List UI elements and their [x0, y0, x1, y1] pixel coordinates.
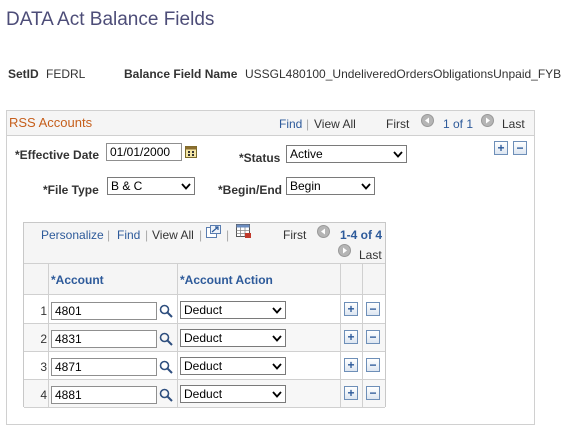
delete-row-button[interactable]: −	[366, 330, 380, 344]
account-action-select[interactable]: Deduct	[180, 385, 286, 403]
page-title: DATA Act Balance Fields	[6, 9, 215, 30]
rss-separator: |	[306, 117, 310, 131]
grid-personalize-link[interactable]: Personalize	[41, 228, 104, 242]
col-header-account-action[interactable]: *Account Action	[180, 273, 273, 287]
last-arrow-icon[interactable]	[481, 114, 494, 127]
last-arrow-icon[interactable]	[338, 244, 351, 257]
add-row-button[interactable]: +	[344, 330, 358, 344]
column-divider	[177, 263, 178, 407]
account-input[interactable]	[51, 358, 157, 376]
account-action-select[interactable]: Deduct	[180, 357, 286, 375]
grid-separator: |	[107, 228, 111, 242]
account-action-select[interactable]: Deduct	[180, 329, 286, 347]
setid-label: SetID	[8, 67, 39, 81]
account-input[interactable]	[51, 330, 157, 348]
row-number: 1	[40, 304, 47, 318]
chevron-down-icon	[272, 335, 282, 342]
status-select[interactable]: Active	[286, 145, 407, 163]
grid-count: 1-4 of 4	[340, 228, 383, 242]
first-arrow-icon[interactable]	[317, 225, 330, 238]
add-row-button[interactable]: +	[344, 302, 358, 316]
grid-separator: |	[199, 228, 203, 242]
grid-find-link[interactable]: Find	[117, 228, 140, 242]
calendar-icon[interactable]	[185, 145, 197, 158]
zoom-icon[interactable]	[206, 225, 221, 238]
column-divider	[340, 263, 341, 407]
balance-field-value: USSGL480100_UndeliveredOrdersObligations…	[245, 67, 562, 81]
rss-accounts-title: RSS Accounts	[9, 115, 93, 130]
lookup-icon[interactable]	[159, 332, 173, 349]
effective-date-label: *Effective Date	[15, 148, 100, 162]
grid-separator: |	[145, 228, 149, 242]
file-type-select[interactable]: B & C	[107, 177, 195, 195]
status-label: *Status	[239, 151, 281, 165]
rss-first-label: First	[386, 117, 410, 131]
file-type-label: *File Type	[43, 183, 99, 197]
delete-row-button[interactable]: −	[366, 386, 380, 400]
begin-end-value: Begin	[290, 179, 321, 193]
chevron-down-icon	[181, 183, 191, 190]
begin-end-label: *Begin/End	[218, 183, 283, 197]
row-number: 2	[40, 332, 47, 346]
delete-row-button[interactable]: −	[366, 302, 380, 316]
status-value: Active	[290, 147, 323, 161]
effective-date-input[interactable]	[106, 143, 182, 161]
account-action-select[interactable]: Deduct	[180, 301, 286, 319]
account-action-value: Deduct	[184, 303, 223, 317]
column-divider	[48, 263, 49, 407]
col-header-account[interactable]: *Account	[51, 273, 104, 287]
grid-first-label: First	[283, 228, 307, 242]
grid-last-label: Last	[359, 248, 382, 262]
setid-value: FEDRL	[46, 67, 86, 81]
account-action-value: Deduct	[184, 331, 223, 345]
rss-view-all-link[interactable]: View All	[314, 117, 356, 131]
account-action-value: Deduct	[184, 359, 223, 373]
row-number: 4	[40, 388, 47, 402]
rss-find-link[interactable]: Find	[279, 117, 302, 131]
lookup-icon[interactable]	[159, 304, 173, 321]
chevron-down-icon	[272, 363, 282, 370]
row-number: 3	[40, 360, 47, 374]
balance-field-label: Balance Field Name	[124, 67, 238, 81]
begin-end-select[interactable]: Begin	[286, 177, 375, 195]
first-arrow-icon[interactable]	[421, 114, 434, 127]
grid-separator: |	[226, 228, 230, 242]
chevron-down-icon	[393, 151, 403, 158]
download-grid-icon[interactable]	[236, 224, 252, 239]
delete-row-button[interactable]: −	[366, 358, 380, 372]
file-type-value: B & C	[111, 179, 143, 193]
column-divider	[362, 263, 363, 407]
lookup-icon[interactable]	[159, 388, 173, 405]
account-input[interactable]	[51, 302, 157, 320]
rss-last-label: Last	[502, 117, 525, 131]
account-input[interactable]	[51, 386, 157, 404]
chevron-down-icon	[361, 183, 371, 190]
chevron-down-icon	[272, 391, 282, 398]
chevron-down-icon	[272, 307, 282, 314]
delete-row-button[interactable]: −	[513, 141, 527, 155]
account-action-value: Deduct	[184, 387, 223, 401]
add-row-button[interactable]: +	[344, 386, 358, 400]
add-row-button[interactable]: +	[494, 141, 508, 155]
rss-count: 1 of 1	[443, 117, 474, 131]
add-row-button[interactable]: +	[344, 358, 358, 372]
lookup-icon[interactable]	[159, 360, 173, 377]
grid-view-all-link[interactable]: View All	[152, 228, 194, 242]
